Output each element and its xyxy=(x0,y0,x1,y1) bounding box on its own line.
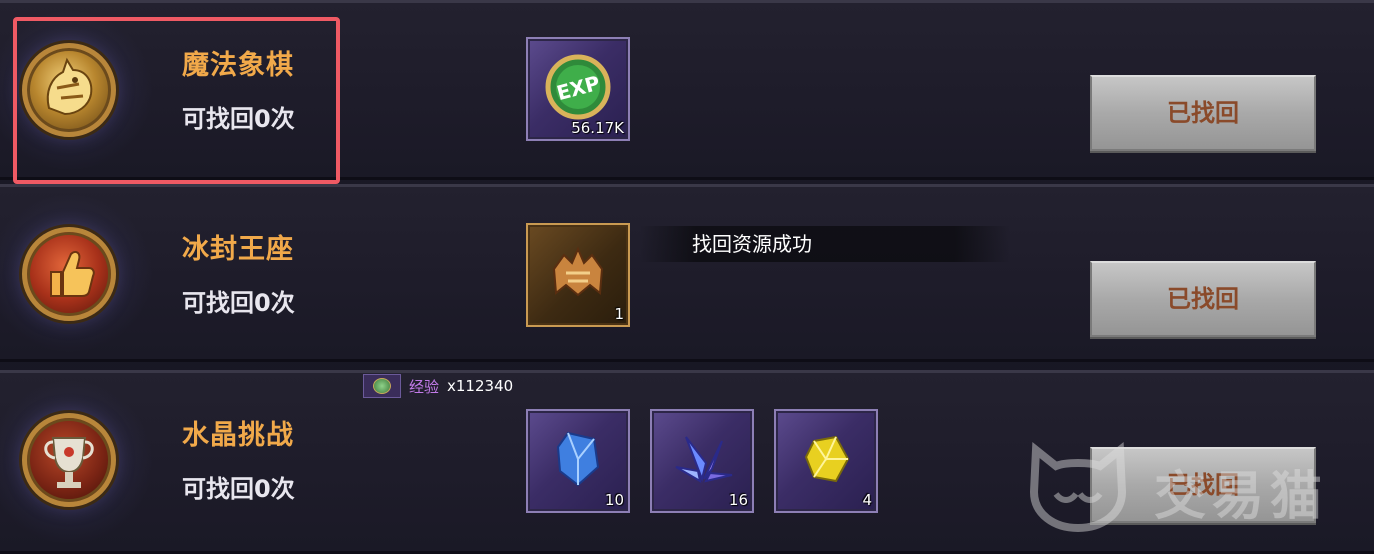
thumbs-up-glyph xyxy=(50,251,95,297)
reward-quantity: 4 xyxy=(862,491,872,509)
reward-quantity: 56.17K xyxy=(571,119,624,137)
gold-crystal-icon xyxy=(804,435,850,483)
reward-slot-gold-crystal[interactable]: 4 xyxy=(774,409,878,513)
activity-title: 魔法象棋 xyxy=(182,50,294,81)
retrieve-count: 可找回0次 xyxy=(182,289,295,317)
activity-title: 冰封王座 xyxy=(182,234,294,265)
retrieve-success-toast: 找回资源成功 xyxy=(640,226,1010,262)
reward-quantity: 1 xyxy=(614,305,624,323)
retrieve-count: 可找回0次 xyxy=(182,475,295,503)
reward-quantity: 10 xyxy=(604,491,624,509)
exp-mini-icon xyxy=(363,374,401,398)
dragon-head-glyph xyxy=(46,57,93,116)
activity-title: 水晶挑战 xyxy=(182,420,294,451)
reward-slot-exp[interactable]: EXP 56.17K xyxy=(526,37,630,141)
reward-slot-blue-crystal[interactable]: 10 xyxy=(526,409,630,513)
retrieved-button[interactable]: 已找回 xyxy=(1090,447,1316,523)
retrieve-row-magic-chess: 魔法象棋 可找回0次 EXP 56.17K 已找回 xyxy=(0,0,1374,180)
purple-crystal-cluster-icon xyxy=(675,436,733,483)
trophy-glyph xyxy=(44,437,94,488)
thumbs-up-icon xyxy=(22,227,116,321)
exp-label: 经验 xyxy=(409,377,440,396)
blue-crystal-icon xyxy=(556,431,600,487)
retrieve-resources-screen: 魔法象棋 可找回0次 EXP 56.17K 已找回 冰封王座 可找回0次 1 已… xyxy=(0,0,1374,554)
retrieve-count: 可找回0次 xyxy=(182,105,295,133)
exp-value: x112340 xyxy=(447,377,514,395)
reward-slot-purple-crystal[interactable]: 16 xyxy=(650,409,754,513)
golden-dragon-head-icon xyxy=(22,43,116,137)
retrieved-button[interactable]: 已找回 xyxy=(1090,75,1316,151)
exp-gain-tip: 经验 x112340 xyxy=(363,374,513,398)
golden-helmet-icon xyxy=(552,246,604,297)
retrieve-row-frozen-throne: 冰封王座 可找回0次 1 已找回 xyxy=(0,184,1374,362)
retrieved-button[interactable]: 已找回 xyxy=(1090,261,1316,337)
reward-quantity: 16 xyxy=(728,491,748,509)
reward-slot-helmet[interactable]: 1 xyxy=(526,223,630,327)
retrieve-row-crystal-challenge: 水晶挑战 可找回0次 10 16 4 已找回 xyxy=(0,370,1374,554)
exp-coin-icon: EXP xyxy=(545,54,611,120)
trophy-cup-icon xyxy=(22,413,116,507)
